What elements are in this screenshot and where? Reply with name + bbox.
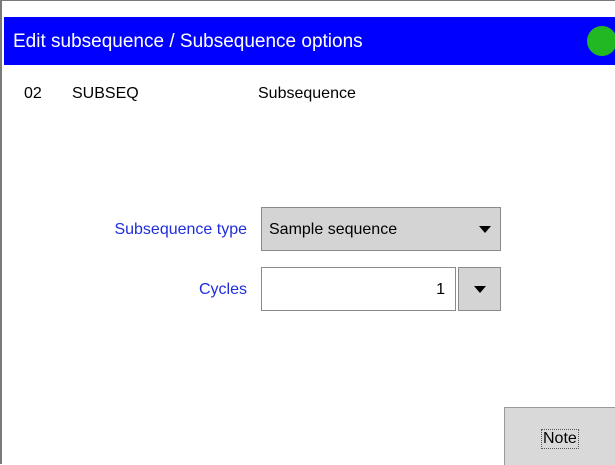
- sequence-code: SUBSEQ: [72, 85, 139, 102]
- subsequence-type-label: Subsequence type: [114, 221, 247, 238]
- window-title: Edit subsequence / Subsequence options: [13, 31, 363, 52]
- cycles-field[interactable]: 1: [261, 267, 456, 311]
- chevron-down-icon: [474, 286, 486, 293]
- subsequence-type-select[interactable]: Sample sequence: [261, 207, 501, 251]
- note-button-label: Note: [541, 429, 579, 449]
- status-indicator-icon: [587, 26, 615, 56]
- sequence-description: Subsequence: [258, 85, 356, 102]
- cycles-label: Cycles: [198, 281, 247, 298]
- title-bar: Edit subsequence / Subsequence options: [4, 17, 615, 65]
- subsequence-type-value: Sample sequence: [269, 221, 398, 238]
- chevron-down-icon: [479, 226, 491, 233]
- note-button[interactable]: Note: [504, 407, 615, 465]
- cycles-dropdown-button[interactable]: [458, 267, 501, 311]
- sequence-number: 02: [24, 85, 42, 102]
- cycles-value: 1: [436, 281, 445, 298]
- app-window: Edit subsequence / Subsequence options 0…: [0, 0, 615, 465]
